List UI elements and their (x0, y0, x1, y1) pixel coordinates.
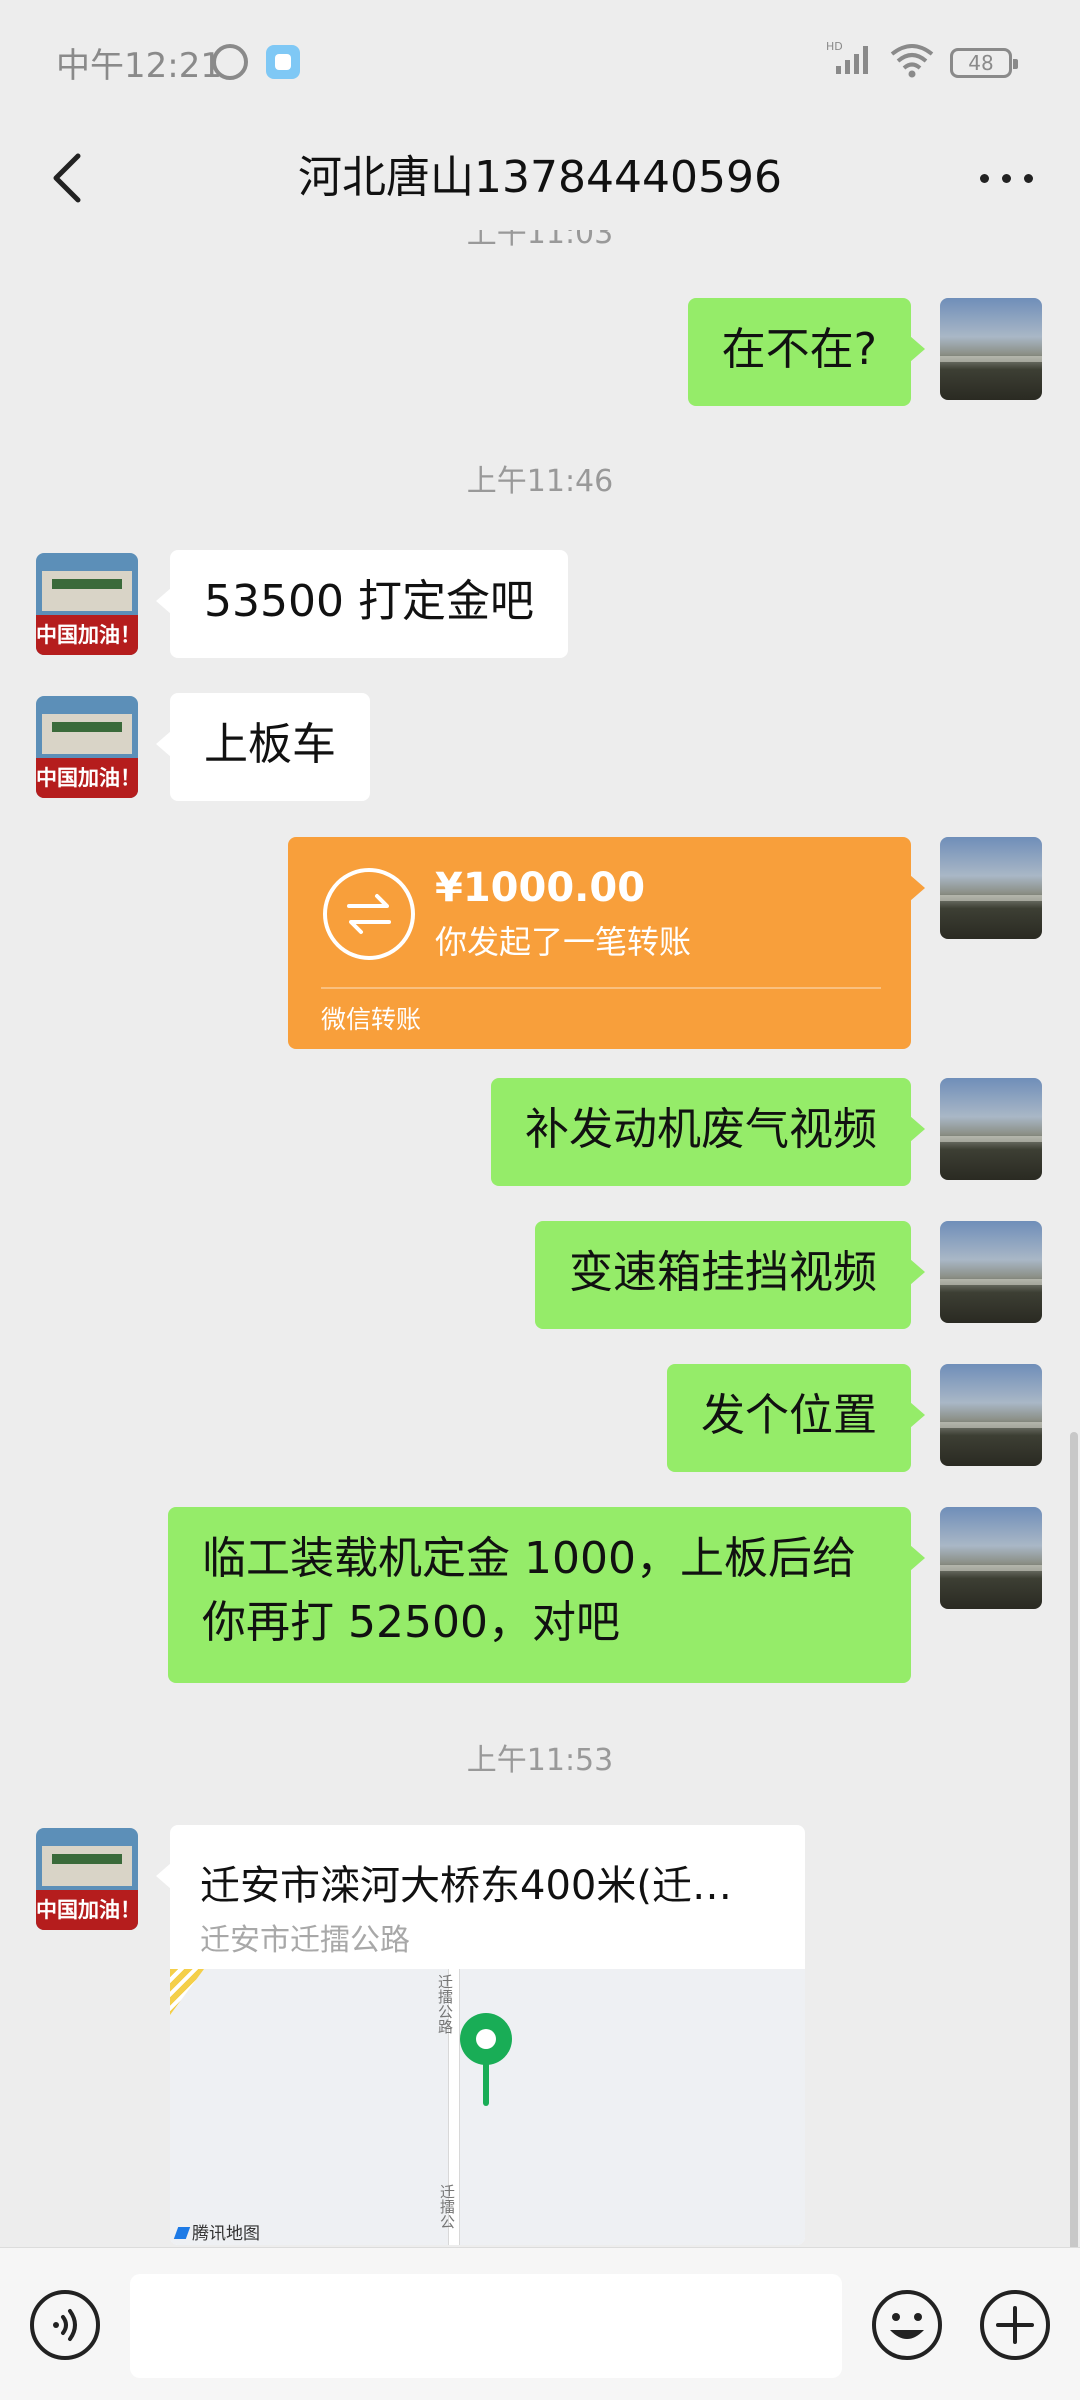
location-map[interactable]: 迁擂公路 迁擂公 腾讯地图 (170, 1969, 805, 2245)
transfer-amount: ¥1000.00 (435, 865, 646, 911)
transfer-description: 你发起了一笔转账 (435, 923, 692, 961)
avatar-banner: 中国加油！ (36, 1890, 138, 1930)
map-road-label: 迁擂公 (440, 2183, 456, 2231)
transfer-arrows-icon (323, 868, 415, 960)
chat-area[interactable]: 上午11:03 在不在? 上午11:46 中国加油！ 53500 打定金吧 中国… (0, 230, 1080, 2247)
self-avatar[interactable] (940, 1221, 1042, 1323)
chat-header: 河北唐山13784440596 (0, 120, 1080, 230)
scrollbar[interactable] (1070, 1432, 1078, 2247)
status-time: 中午12:21 (56, 46, 222, 86)
contact-avatar[interactable]: 中国加油！ (36, 696, 138, 798)
self-avatar[interactable] (940, 1364, 1042, 1466)
location-subtitle: 迁安市迁擂公路 (200, 1923, 410, 1958)
emoji-icon[interactable] (870, 2288, 944, 2362)
avatar-building (42, 571, 132, 611)
avatar-building (42, 1846, 132, 1886)
voice-icon[interactable] (28, 2288, 102, 2362)
chat-title: 河北唐山13784440596 (298, 152, 782, 203)
status-bar: 中午12:21 HD 48 (0, 0, 1080, 120)
map-pin-icon (460, 2013, 512, 2106)
more-button[interactable] (966, 138, 1046, 218)
message-bubble-received[interactable]: 53500 打定金吧 (156, 550, 568, 658)
transfer-card[interactable]: ¥1000.00 你发起了一笔转账 微信转账 (288, 837, 925, 1049)
self-avatar[interactable] (940, 298, 1042, 400)
message-input[interactable] (130, 2274, 842, 2378)
message-bubble-sent[interactable]: 在不在? (687, 298, 926, 406)
signal-icon: HD (826, 40, 868, 74)
map-road-stripe (170, 1969, 204, 2015)
wifi-icon (890, 44, 934, 78)
more-dots-icon (980, 174, 989, 183)
contact-avatar[interactable]: 中国加油！ (36, 553, 138, 655)
avatar-banner: 中国加油！ (36, 758, 138, 798)
message-bubble-sent[interactable]: 临工装载机定金 1000，上板后给你再打 52500，对吧 (168, 1507, 925, 1683)
transfer-footer: 微信转账 (321, 1005, 422, 1034)
self-avatar[interactable] (940, 837, 1042, 939)
message-bubble-sent[interactable]: 变速箱挂挡视频 (535, 1221, 925, 1329)
location-card[interactable]: 迁安市滦河大桥东400米(迁… 迁安市迁擂公路 迁擂公路 迁擂公 腾讯地图 (170, 1825, 805, 2245)
alarm-icon (212, 44, 248, 80)
location-bubble-pointer (156, 1863, 171, 1889)
message-bubble-sent[interactable]: 发个位置 (667, 1364, 925, 1472)
message-bubble-sent[interactable]: 补发动机废气视频 (491, 1078, 925, 1186)
network-type: HD (826, 40, 843, 53)
app-notification-icon (266, 45, 300, 79)
contact-avatar[interactable]: 中国加油！ (36, 1828, 138, 1930)
plus-icon[interactable] (978, 2288, 1052, 2362)
avatar-banner: 中国加油！ (36, 615, 138, 655)
more-dot (1002, 174, 1011, 183)
battery-icon: 48 (950, 48, 1018, 78)
message-bubble-received[interactable]: 上板车 (156, 693, 370, 801)
map-brand: 腾讯地图 (176, 2219, 260, 2244)
timestamp: 上午11:03 (466, 230, 614, 251)
timestamp: 上午11:46 (466, 464, 614, 499)
self-avatar[interactable] (940, 1078, 1042, 1180)
avatar-building (42, 714, 132, 754)
location-title: 迁安市滦河大桥东400米(迁… (200, 1863, 732, 1909)
input-bar (0, 2247, 1080, 2400)
transfer-divider (321, 987, 881, 989)
more-dot (1024, 174, 1033, 183)
self-avatar[interactable] (940, 1507, 1042, 1609)
timestamp: 上午11:53 (466, 1743, 614, 1778)
